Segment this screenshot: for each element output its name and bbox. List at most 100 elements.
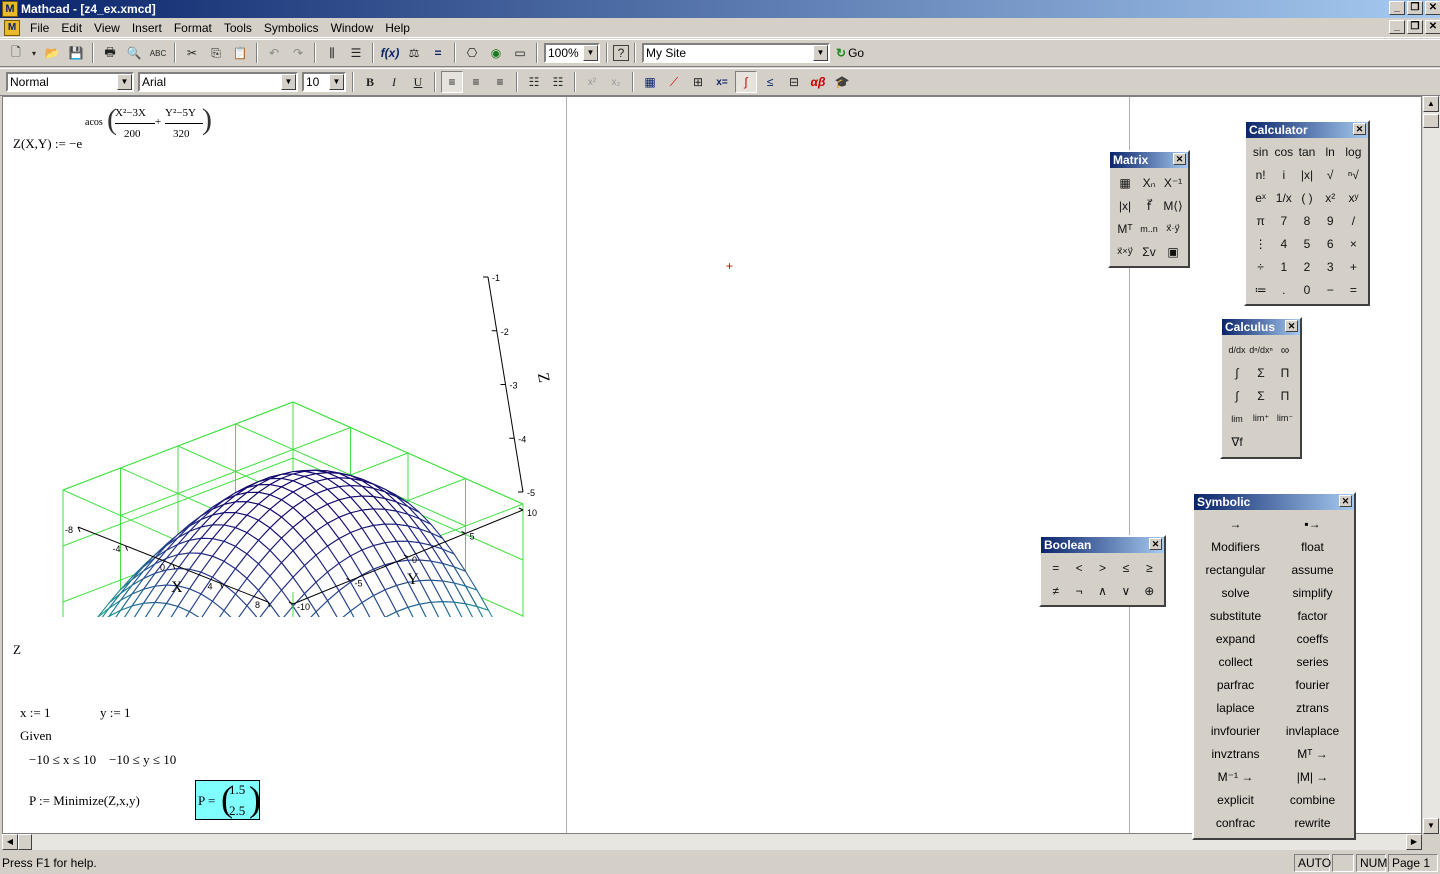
symbolic-key-19[interactable]: invlaplace xyxy=(1274,719,1351,742)
symbolic-palette-title[interactable]: Symbolic ✕ xyxy=(1194,494,1354,510)
menu-format[interactable]: Format xyxy=(168,21,218,35)
minimize-button[interactable]: _ xyxy=(1389,1,1405,15)
boolean-toolbar-icon[interactable]: ≤ xyxy=(759,71,781,93)
superscript-icon[interactable]: x² xyxy=(581,71,603,93)
boolean-key-5[interactable]: ≠ xyxy=(1044,579,1067,602)
calculator-key-33[interactable]: − xyxy=(1319,278,1342,301)
calculator-key-8[interactable]: √ xyxy=(1319,163,1342,186)
calculator-key-24[interactable]: × xyxy=(1342,232,1365,255)
menu-view[interactable]: View xyxy=(88,21,126,35)
symbolic-key-26[interactable]: confrac xyxy=(1197,811,1274,834)
close-icon[interactable]: ✕ xyxy=(1339,495,1352,507)
symbolic-key-12[interactable]: collect xyxy=(1197,650,1274,673)
boolean-key-8[interactable]: ∨ xyxy=(1114,579,1137,602)
doc-close-button[interactable]: ✕ xyxy=(1425,20,1440,34)
redo-icon[interactable]: ↷ xyxy=(287,42,309,64)
undo-icon[interactable]: ↶ xyxy=(263,42,285,64)
site-select[interactable]: My Site ▼ xyxy=(642,43,830,63)
cross-product-icon[interactable]: x⃗×y⃗ xyxy=(1113,240,1137,263)
symbolic-key-4[interactable]: rectangular xyxy=(1197,558,1274,581)
underline-icon[interactable]: U xyxy=(407,71,429,93)
symbolic-key-7[interactable]: simplify xyxy=(1274,581,1351,604)
calculator-key-9[interactable]: ⁿ√ xyxy=(1342,163,1365,186)
scroll-up-icon[interactable]: ▲ xyxy=(1423,96,1439,112)
zoom-select[interactable]: 100% ▼ xyxy=(544,43,600,63)
boolean-key-0[interactable]: = xyxy=(1044,556,1067,579)
vertical-scrollbar[interactable]: ▲ ▼ xyxy=(1422,96,1440,834)
calculator-key-0[interactable]: sin xyxy=(1249,140,1272,163)
greek-toolbar-icon[interactable]: αβ xyxy=(807,71,829,93)
symbolic-key-3[interactable]: float xyxy=(1274,535,1351,558)
restore-button[interactable]: ❐ xyxy=(1407,1,1423,15)
doc-restore-button[interactable]: ❐ xyxy=(1407,20,1423,34)
symbolic-toolbar-icon[interactable]: 🎓 xyxy=(831,71,853,93)
indefinite-integral-icon[interactable]: ∫ xyxy=(1225,384,1249,407)
calculator-key-5[interactable]: n! xyxy=(1249,163,1272,186)
matrix-transpose-icon[interactable]: Mᵀ xyxy=(1113,217,1137,240)
numbering-icon[interactable]: ☷ xyxy=(547,71,569,93)
resources-icon[interactable]: ◉ xyxy=(485,42,507,64)
spell-check-icon[interactable]: ABC xyxy=(147,42,169,64)
range-sum-icon[interactable]: Σ xyxy=(1249,384,1273,407)
menu-file[interactable]: File xyxy=(24,21,55,35)
given-keyword[interactable]: Given xyxy=(20,728,52,744)
summation-icon[interactable]: Σ xyxy=(1249,361,1273,384)
nth-derivative-icon[interactable]: dⁿ/dxⁿ xyxy=(1249,338,1273,361)
calculator-palette-title[interactable]: Calculator ✕ xyxy=(1246,122,1368,138)
chevron-down-icon[interactable]: ▼ xyxy=(117,74,132,90)
y-assignment[interactable]: y := 1 xyxy=(100,705,130,721)
vector-sum-icon[interactable]: Σv xyxy=(1137,240,1161,263)
calculator-key-2[interactable]: tan xyxy=(1295,140,1318,163)
calculator-key-21[interactable]: 4 xyxy=(1272,232,1295,255)
scroll-right-icon[interactable]: ▶ xyxy=(1406,834,1422,850)
cut-icon[interactable]: ✂ xyxy=(181,42,203,64)
chevron-down-icon[interactable]: ▼ xyxy=(583,45,598,61)
close-icon[interactable]: ✕ xyxy=(1353,123,1366,135)
programming-toolbar-icon[interactable]: ⊟ xyxy=(783,71,805,93)
symbolic-key-9[interactable]: factor xyxy=(1274,604,1351,627)
range-product-icon[interactable]: Π xyxy=(1273,384,1297,407)
calculator-key-14[interactable]: xʸ xyxy=(1342,186,1365,209)
insert-region-icon[interactable]: ▭ xyxy=(509,42,531,64)
symbolic-key-11[interactable]: coeffs xyxy=(1274,627,1351,650)
symbolic-key-18[interactable]: invfourier xyxy=(1197,719,1274,742)
calculator-key-30[interactable]: ≔ xyxy=(1249,278,1272,301)
chevron-down-icon[interactable]: ▼ xyxy=(281,74,296,90)
boolean-key-2[interactable]: > xyxy=(1091,556,1114,579)
chevron-down-icon[interactable]: ▼ xyxy=(329,74,344,90)
insert-function-icon[interactable]: f(x) xyxy=(379,42,401,64)
calculator-key-22[interactable]: 5 xyxy=(1295,232,1318,255)
symbolic-key-13[interactable]: series xyxy=(1274,650,1351,673)
font-select[interactable]: Arial ▼ xyxy=(138,72,298,92)
calculator-key-10[interactable]: eˣ xyxy=(1249,186,1272,209)
matrix-insert-icon[interactable]: ▦ xyxy=(1113,171,1137,194)
product-icon[interactable]: Π xyxy=(1273,361,1297,384)
x-assignment[interactable]: x := 1 xyxy=(20,705,50,721)
calculator-key-12[interactable]: ( ) xyxy=(1295,186,1318,209)
hscroll-thumb[interactable] xyxy=(18,834,32,850)
boolean-key-9[interactable]: ⊕ xyxy=(1138,579,1161,602)
calculator-key-6[interactable]: i xyxy=(1272,163,1295,186)
left-limit-icon[interactable]: lim⁻ xyxy=(1273,407,1297,430)
symbolic-key-27[interactable]: rewrite xyxy=(1274,811,1351,834)
determinant-icon[interactable]: |x| xyxy=(1113,194,1137,217)
picture-icon[interactable]: ▣ xyxy=(1161,240,1185,263)
boolean-key-4[interactable]: ≥ xyxy=(1138,556,1161,579)
boolean-key-7[interactable]: ∧ xyxy=(1091,579,1114,602)
scroll-thumb[interactable] xyxy=(1423,114,1439,128)
symbolic-key-16[interactable]: laplace xyxy=(1197,696,1274,719)
doc-minimize-button[interactable]: _ xyxy=(1389,20,1405,34)
calculator-key-4[interactable]: log xyxy=(1342,140,1365,163)
symbolic-key-5[interactable]: assume xyxy=(1274,558,1351,581)
symbolic-key-21[interactable]: Mᵀ → xyxy=(1274,742,1351,765)
scroll-down-icon[interactable]: ▼ xyxy=(1423,818,1439,834)
close-icon[interactable]: ✕ xyxy=(1285,320,1298,332)
symbolic-key-6[interactable]: solve xyxy=(1197,581,1274,604)
calculator-key-1[interactable]: cos xyxy=(1272,140,1295,163)
symbolic-key-8[interactable]: substitute xyxy=(1197,604,1274,627)
right-limit-icon[interactable]: lim⁺ xyxy=(1249,407,1273,430)
calculator-key-27[interactable]: 2 xyxy=(1295,255,1318,278)
calculator-key-19[interactable]: / xyxy=(1342,209,1365,232)
style-select[interactable]: Normal ▼ xyxy=(6,72,134,92)
symbolic-key-24[interactable]: explicit xyxy=(1197,788,1274,811)
